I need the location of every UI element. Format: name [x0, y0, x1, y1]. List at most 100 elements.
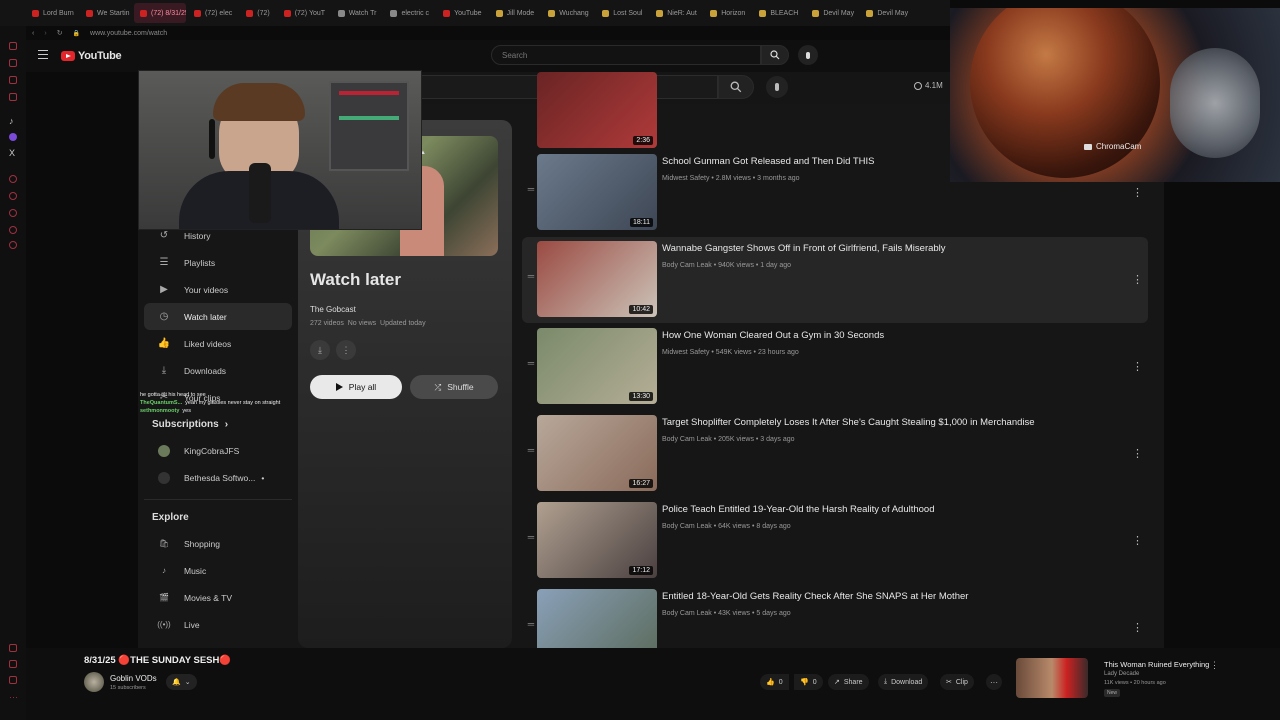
- related-title[interactable]: This Woman Ruined Everything: [1104, 660, 1209, 669]
- sidebar-app-icon[interactable]: [9, 42, 17, 50]
- video-title[interactable]: Entitled 18-Year-Old Gets Reality Check …: [662, 591, 968, 602]
- more-actions-button[interactable]: ···: [986, 674, 1002, 690]
- sidebar-app-icon[interactable]: [9, 676, 17, 684]
- channel-avatar[interactable]: [84, 672, 104, 692]
- browser-tab[interactable]: BLEACH: [753, 3, 804, 23]
- sidebar-item-shopping[interactable]: 🛍 Shopping: [144, 530, 292, 557]
- subscription-item[interactable]: KingCobraJFS: [144, 437, 292, 464]
- browser-tab[interactable]: Devil May: [860, 3, 912, 23]
- sidebar-item-watch-later[interactable]: ◷ Watch later: [144, 303, 292, 330]
- video-title[interactable]: School Gunman Got Released and Then Did …: [662, 156, 874, 167]
- video-thumbnail[interactable]: 17:12: [537, 502, 657, 578]
- url-field[interactable]: www.youtube.com/watch: [90, 30, 167, 37]
- messenger-icon[interactable]: [9, 133, 17, 141]
- clip-button[interactable]: ✂ Clip: [940, 674, 974, 690]
- notification-bell-button[interactable]: 🔔 ⌄: [166, 674, 197, 690]
- x-icon[interactable]: X: [9, 148, 15, 158]
- drag-handle-icon[interactable]: ═: [526, 184, 536, 194]
- tiktok-icon[interactable]: ♪: [9, 116, 14, 126]
- video-title[interactable]: Target Shoplifter Completely Loses It Af…: [662, 417, 1035, 428]
- browser-tab[interactable]: Devil May: [806, 3, 858, 23]
- subscription-item[interactable]: Bethesda Softwo... •: [144, 464, 292, 491]
- sidebar-app-icon[interactable]: [9, 226, 17, 234]
- related-channel[interactable]: Lady Decade: [1104, 671, 1139, 677]
- video-title[interactable]: Police Teach Entitled 19-Year-Old the Ha…: [662, 504, 935, 515]
- video-thumbnail[interactable]: 2:36: [537, 72, 657, 148]
- search-input[interactable]: Search: [491, 45, 761, 65]
- sidebar-app-icon[interactable]: [9, 192, 17, 200]
- playlist-owner[interactable]: The Gobcast: [310, 305, 356, 314]
- browser-tab[interactable]: Horizon: [704, 3, 751, 23]
- share-button[interactable]: ↗ Share: [828, 674, 869, 690]
- kebab-menu-icon[interactable]: ⋮: [1132, 621, 1143, 634]
- browser-tab[interactable]: Lord Burn: [26, 3, 78, 23]
- playlist-video-row[interactable]: ═ 10:42 Wannabe Gangster Shows Off in Fron…: [522, 237, 1148, 323]
- video-thumbnail[interactable]: [537, 589, 657, 648]
- forward-icon[interactable]: ›: [44, 30, 46, 37]
- download-playlist-button[interactable]: ⤓: [310, 340, 330, 360]
- like-button[interactable]: 👍 0: [760, 674, 789, 690]
- sidebar-app-icon[interactable]: [9, 59, 17, 67]
- sidebar-item-your-videos[interactable]: ▶ Your videos: [144, 276, 292, 303]
- drag-handle-icon[interactable]: ═: [526, 358, 536, 368]
- kebab-menu-icon[interactable]: ⋮: [1132, 273, 1143, 286]
- related-kebab-icon[interactable]: ⋮: [1210, 660, 1219, 671]
- browser-tab[interactable]: YouTube: [437, 3, 488, 23]
- reload-icon[interactable]: ↻: [57, 29, 63, 37]
- kebab-menu-icon[interactable]: ⋮: [1132, 534, 1143, 547]
- sidebar-item-music[interactable]: ♪ Music: [144, 557, 292, 584]
- sidebar-item-downloads[interactable]: ⤓ Downloads: [144, 357, 292, 384]
- menu-icon[interactable]: [38, 50, 48, 59]
- back-icon[interactable]: ‹: [32, 30, 34, 37]
- browser-tab[interactable]: (72) 8/31/25: [134, 3, 186, 23]
- video-title[interactable]: How One Woman Cleared Out a Gym in 30 Se…: [662, 330, 884, 341]
- sidebar-item-movies-tv[interactable]: 🎬 Movies & TV: [144, 584, 292, 611]
- channel-name[interactable]: Goblin VODs: [110, 674, 157, 683]
- browser-tab[interactable]: (72) elec: [188, 3, 238, 23]
- sidebar-item-playlists[interactable]: ☰ Playlists: [144, 249, 292, 276]
- sidebar-app-icon[interactable]: [9, 660, 17, 668]
- browser-tab[interactable]: (72): [240, 3, 275, 23]
- playlist-video-row[interactable]: ═ 16:27 Target Shoplifter Completely Loses…: [522, 411, 1148, 497]
- video-thumbnail[interactable]: 16:27: [537, 415, 657, 491]
- kebab-menu-icon[interactable]: ⋮: [1132, 360, 1143, 373]
- browser-tab[interactable]: Jill Mode: [490, 3, 541, 23]
- kebab-menu-icon[interactable]: ⋮: [1132, 186, 1143, 199]
- browser-tab[interactable]: We Startin: [80, 3, 132, 23]
- youtube-logo[interactable]: YouTube: [61, 50, 122, 62]
- settings-icon[interactable]: [9, 241, 17, 249]
- more-icon[interactable]: ···: [9, 692, 18, 702]
- drag-handle-icon[interactable]: ═: [526, 271, 536, 281]
- browser-tab[interactable]: (72) YouT: [278, 3, 330, 23]
- sidebar-app-icon[interactable]: [9, 76, 17, 84]
- browser-tab[interactable]: NieR: Aut: [650, 3, 702, 23]
- video-thumbnail[interactable]: 10:42: [537, 241, 657, 317]
- drag-handle-icon[interactable]: ═: [526, 619, 536, 629]
- video-thumbnail[interactable]: 18:11: [537, 154, 657, 230]
- sidebar-item-live[interactable]: ((•)) Live: [144, 611, 292, 638]
- sidebar-app-icon[interactable]: [9, 175, 17, 183]
- dislike-button[interactable]: 👎 0: [794, 674, 823, 690]
- play-all-button[interactable]: Play all: [310, 375, 402, 399]
- browser-tab[interactable]: electric c: [384, 3, 435, 23]
- video-thumbnail[interactable]: 13:30: [537, 328, 657, 404]
- sidebar-app-icon[interactable]: [9, 209, 17, 217]
- more-actions-button[interactable]: ⋮: [336, 340, 356, 360]
- voice-search-button[interactable]: [798, 45, 818, 65]
- drag-handle-icon[interactable]: ═: [526, 445, 536, 455]
- video-title[interactable]: Wannabe Gangster Shows Off in Front of G…: [662, 243, 946, 254]
- search-button[interactable]: [761, 45, 789, 65]
- sidebar-item-liked-videos[interactable]: 👍 Liked videos: [144, 330, 292, 357]
- related-thumbnail[interactable]: [1016, 658, 1088, 698]
- playlist-video-row[interactable]: ═ 13:30 How One Woman Cleared Out a Gym in…: [522, 324, 1148, 410]
- download-button[interactable]: ⤓ Download: [878, 674, 929, 690]
- sidebar-app-icon[interactable]: [9, 93, 17, 101]
- browser-tab[interactable]: Lost Soul: [596, 3, 648, 23]
- playlist-video-row[interactable]: ═ Entitled 18-Year-Old Gets Reality Check…: [522, 585, 1148, 648]
- kebab-menu-icon[interactable]: ⋮: [1132, 447, 1143, 460]
- sidebar-app-icon[interactable]: [9, 644, 17, 652]
- browser-tab[interactable]: Watch Tr: [332, 3, 383, 23]
- playlist-video-row[interactable]: ═ 17:12 Police Teach Entitled 19-Year-Old …: [522, 498, 1148, 584]
- shuffle-button[interactable]: ⤮ Shuffle: [410, 375, 498, 399]
- drag-handle-icon[interactable]: ═: [526, 532, 536, 542]
